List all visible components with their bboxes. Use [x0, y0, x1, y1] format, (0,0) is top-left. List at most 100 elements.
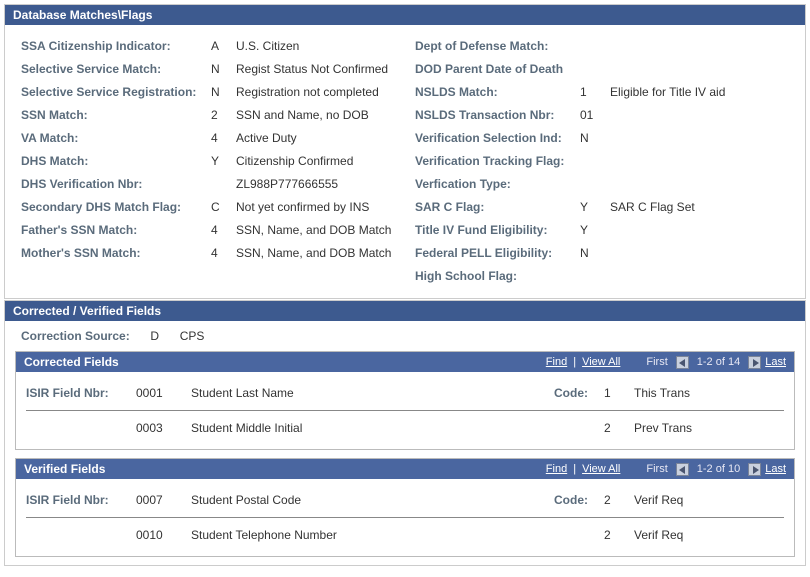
field-code: 01 — [580, 108, 610, 122]
field-desc: Registration not completed — [236, 85, 379, 99]
prev-arrow-icon[interactable] — [676, 356, 689, 369]
database-matches-header: Database Matches\Flags — [5, 5, 805, 25]
dbmatches-left-col: SSA Citizenship Indicator:AU.S. Citizen … — [21, 35, 395, 288]
field-label: Selective Service Registration: — [21, 85, 211, 99]
code-label: Code: — [554, 493, 604, 507]
field-code: A — [211, 39, 236, 53]
field-row: Secondary DHS Match Flag:CNot yet confir… — [21, 196, 395, 219]
field-desc: ZL988P777666555 — [236, 177, 338, 191]
field-label: Dept of Defense Match: — [415, 39, 580, 53]
field-label: Mother's SSN Match: — [21, 246, 211, 260]
code-value: 1 — [604, 386, 634, 400]
field-row: SAR C Flag:YSAR C Flag Set — [415, 196, 789, 219]
field-label: Verification Tracking Flag: — [415, 154, 580, 168]
isir-field-name: Student Last Name — [191, 386, 554, 400]
first-label: First — [646, 463, 667, 475]
field-desc: SSN, Name, and DOB Match — [236, 246, 391, 260]
isir-field-nbr: 0001 — [136, 386, 191, 400]
field-row: Title IV Fund Eligibility:Y — [415, 219, 789, 242]
field-code: N — [211, 62, 236, 76]
table-row: ISIR Field Nbr: 0007 Student Postal Code… — [26, 483, 784, 518]
field-label: SSN Match: — [21, 108, 211, 122]
code-label: Code: — [554, 386, 604, 400]
field-label: Federal PELL Eligibility: — [415, 246, 580, 260]
isir-field-nbr: 0003 — [136, 421, 191, 435]
table-row: ISIR Field Nbr: 0001 Student Last Name C… — [26, 376, 784, 411]
code-desc: Verif Req — [634, 493, 784, 507]
database-matches-panel: Database Matches\Flags SSA Citizenship I… — [4, 4, 806, 299]
field-label: SAR C Flag: — [415, 200, 580, 214]
field-row: Father's SSN Match:4SSN, Name, and DOB M… — [21, 219, 395, 242]
field-desc: Eligible for Title IV aid — [610, 85, 725, 99]
grid-title: Corrected Fields — [24, 355, 546, 369]
field-code: 4 — [211, 131, 236, 145]
viewall-link[interactable]: View All — [582, 463, 620, 475]
correction-source-code: D — [140, 329, 170, 343]
code-value: 2 — [604, 421, 634, 435]
last-link[interactable]: Last — [765, 356, 786, 368]
field-label: Title IV Fund Eligibility: — [415, 223, 580, 237]
field-row: Selective Service Registration:NRegistra… — [21, 81, 395, 104]
field-code: Y — [211, 154, 236, 168]
code-value: 2 — [604, 493, 634, 507]
field-label: Verification Selection Ind: — [415, 131, 580, 145]
field-label: DHS Verification Nbr: — [21, 177, 211, 191]
field-desc: SAR C Flag Set — [610, 200, 695, 214]
field-row: Verification Selection Ind:N — [415, 127, 789, 150]
field-label: NSLDS Transaction Nbr: — [415, 108, 580, 122]
dbmatches-right-col: Dept of Defense Match: DOD Parent Date o… — [415, 35, 789, 288]
field-code: Y — [580, 200, 610, 214]
field-desc: SSN, Name, and DOB Match — [236, 223, 391, 237]
field-row: NSLDS Transaction Nbr:01 — [415, 104, 789, 127]
field-label: DOD Parent Date of Death — [415, 62, 580, 76]
field-desc: SSN and Name, no DOB — [236, 108, 369, 122]
field-row: Mother's SSN Match:4SSN, Name, and DOB M… — [21, 242, 395, 265]
field-row: SSN Match:2SSN and Name, no DOB — [21, 104, 395, 127]
field-row: DHS Match:YCitizenship Confirmed — [21, 150, 395, 173]
field-code: 4 — [211, 223, 236, 237]
field-desc: U.S. Citizen — [236, 39, 299, 53]
find-link[interactable]: Find — [546, 463, 567, 475]
separator: | — [573, 356, 576, 368]
field-label: High School Flag: — [415, 269, 580, 283]
field-code: N — [211, 85, 236, 99]
isir-field-name: Student Postal Code — [191, 493, 554, 507]
field-row: Federal PELL Eligibility:N — [415, 242, 789, 265]
correction-source-label: Correction Source: — [21, 329, 130, 343]
corrected-verified-header: Corrected / Verified Fields — [5, 301, 805, 321]
code-desc: This Trans — [634, 386, 784, 400]
field-code: N — [580, 246, 610, 260]
field-label: DHS Match: — [21, 154, 211, 168]
prev-arrow-icon[interactable] — [676, 463, 689, 476]
isir-field-label: ISIR Field Nbr: — [26, 386, 136, 400]
isir-field-name: Student Telephone Number — [191, 528, 554, 542]
field-label: Verfication Type: — [415, 177, 580, 191]
field-code: N — [580, 131, 610, 145]
field-label: VA Match: — [21, 131, 211, 145]
viewall-link[interactable]: View All — [582, 356, 620, 368]
code-desc: Verif Req — [634, 528, 784, 542]
find-link[interactable]: Find — [546, 356, 567, 368]
next-arrow-icon[interactable] — [748, 463, 761, 476]
field-row: Verfication Type: — [415, 173, 789, 196]
isir-field-label: ISIR Field Nbr: — [26, 493, 136, 507]
range-label: 1-2 of 10 — [697, 463, 740, 475]
grid-title: Verified Fields — [24, 462, 546, 476]
field-desc: Regist Status Not Confirmed — [236, 62, 388, 76]
code-desc: Prev Trans — [634, 421, 784, 435]
field-label: Father's SSN Match: — [21, 223, 211, 237]
isir-field-name: Student Middle Initial — [191, 421, 554, 435]
field-row: Verification Tracking Flag: — [415, 150, 789, 173]
table-row: 0003 Student Middle Initial 2 Prev Trans — [26, 411, 784, 445]
field-label: SSA Citizenship Indicator: — [21, 39, 211, 53]
field-desc: Not yet confirmed by INS — [236, 200, 369, 214]
next-arrow-icon[interactable] — [748, 356, 761, 369]
last-link[interactable]: Last — [765, 463, 786, 475]
correction-source-desc: CPS — [180, 329, 205, 343]
field-code: C — [211, 200, 236, 214]
code-value: 2 — [604, 528, 634, 542]
field-code: 4 — [211, 246, 236, 260]
field-row: Dept of Defense Match: — [415, 35, 789, 58]
verified-fields-grid: Verified Fields Find | View All First 1-… — [15, 458, 795, 557]
field-code: 1 — [580, 85, 610, 99]
